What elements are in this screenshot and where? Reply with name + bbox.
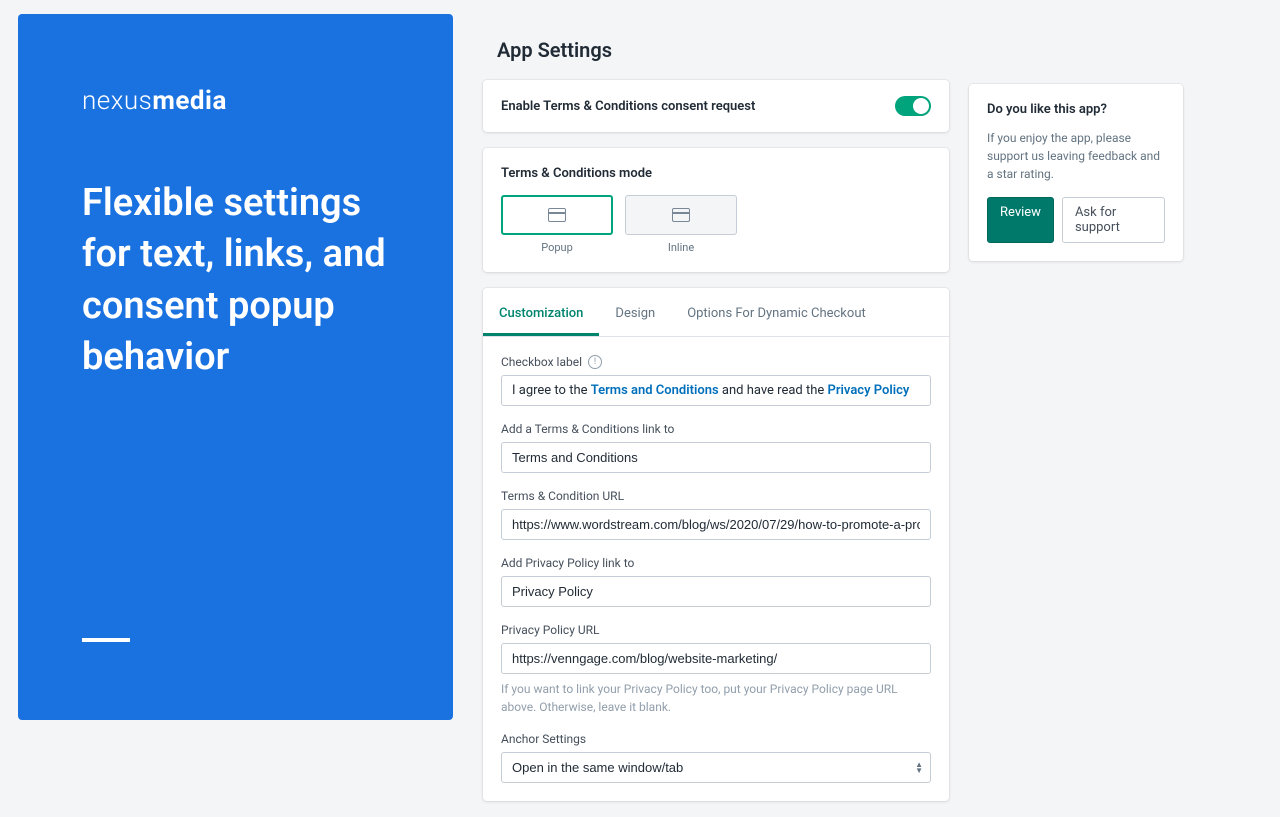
pp-helper-text: If you want to link your Privacy Policy … — [501, 680, 931, 716]
mode-caption-inline: Inline — [625, 241, 737, 254]
mode-option-inline[interactable]: Inline — [625, 195, 737, 254]
mode-caption-popup: Popup — [501, 241, 613, 254]
hero-panel: nexusmedia Flexible settings for text, l… — [18, 14, 453, 720]
brand-logo: nexusmedia — [82, 86, 389, 116]
feedback-card: Do you like this app? If you enjoy the a… — [969, 84, 1183, 261]
tabs: Customization Design Options For Dynamic… — [483, 288, 949, 337]
pp-url-input[interactable] — [501, 643, 931, 674]
hero-heading: Flexible settings for text, links, and c… — [82, 178, 389, 383]
tc-link-input[interactable] — [501, 442, 931, 473]
tc-url-label: Terms & Condition URL — [501, 489, 931, 503]
popup-icon — [501, 195, 613, 235]
hero-underline — [82, 638, 130, 642]
mode-title: Terms & Conditions mode — [501, 166, 931, 181]
review-button[interactable]: Review — [987, 197, 1054, 243]
tab-customization[interactable]: Customization — [483, 292, 599, 336]
mode-option-popup[interactable]: Popup — [501, 195, 613, 254]
pp-link-input[interactable] — [501, 576, 931, 607]
page-title: App Settings — [497, 38, 949, 62]
brand-part2: media — [152, 86, 227, 116]
privacy-link: Privacy Policy — [828, 383, 910, 398]
checkbox-label-input[interactable]: I agree to the Terms and Conditions and … — [501, 375, 931, 406]
terms-link: Terms and Conditions — [591, 383, 719, 398]
pp-link-label: Add Privacy Policy link to — [501, 556, 931, 570]
tc-url-input[interactable] — [501, 509, 931, 540]
anchor-label: Anchor Settings — [501, 732, 931, 746]
enable-card: Enable Terms & Conditions consent reques… — [483, 80, 949, 132]
info-icon[interactable]: ! — [588, 355, 602, 369]
enable-toggle[interactable] — [895, 96, 931, 116]
tc-link-label: Add a Terms & Conditions link to — [501, 422, 931, 436]
tab-dynamic-checkout[interactable]: Options For Dynamic Checkout — [671, 292, 882, 336]
anchor-select[interactable] — [501, 752, 931, 783]
brand-part1: nexus — [82, 86, 152, 116]
inline-icon — [625, 195, 737, 235]
feedback-title: Do you like this app? — [987, 102, 1165, 117]
customization-card: Customization Design Options For Dynamic… — [483, 288, 949, 801]
tab-design[interactable]: Design — [599, 292, 671, 336]
support-button[interactable]: Ask for support — [1062, 197, 1165, 243]
checkbox-label-title: Checkbox label ! — [501, 355, 931, 369]
feedback-text: If you enjoy the app, please support us … — [987, 129, 1165, 183]
pp-url-label: Privacy Policy URL — [501, 623, 931, 637]
mode-card: Terms & Conditions mode Popup Inline — [483, 148, 949, 272]
enable-label: Enable Terms & Conditions consent reques… — [501, 99, 755, 114]
